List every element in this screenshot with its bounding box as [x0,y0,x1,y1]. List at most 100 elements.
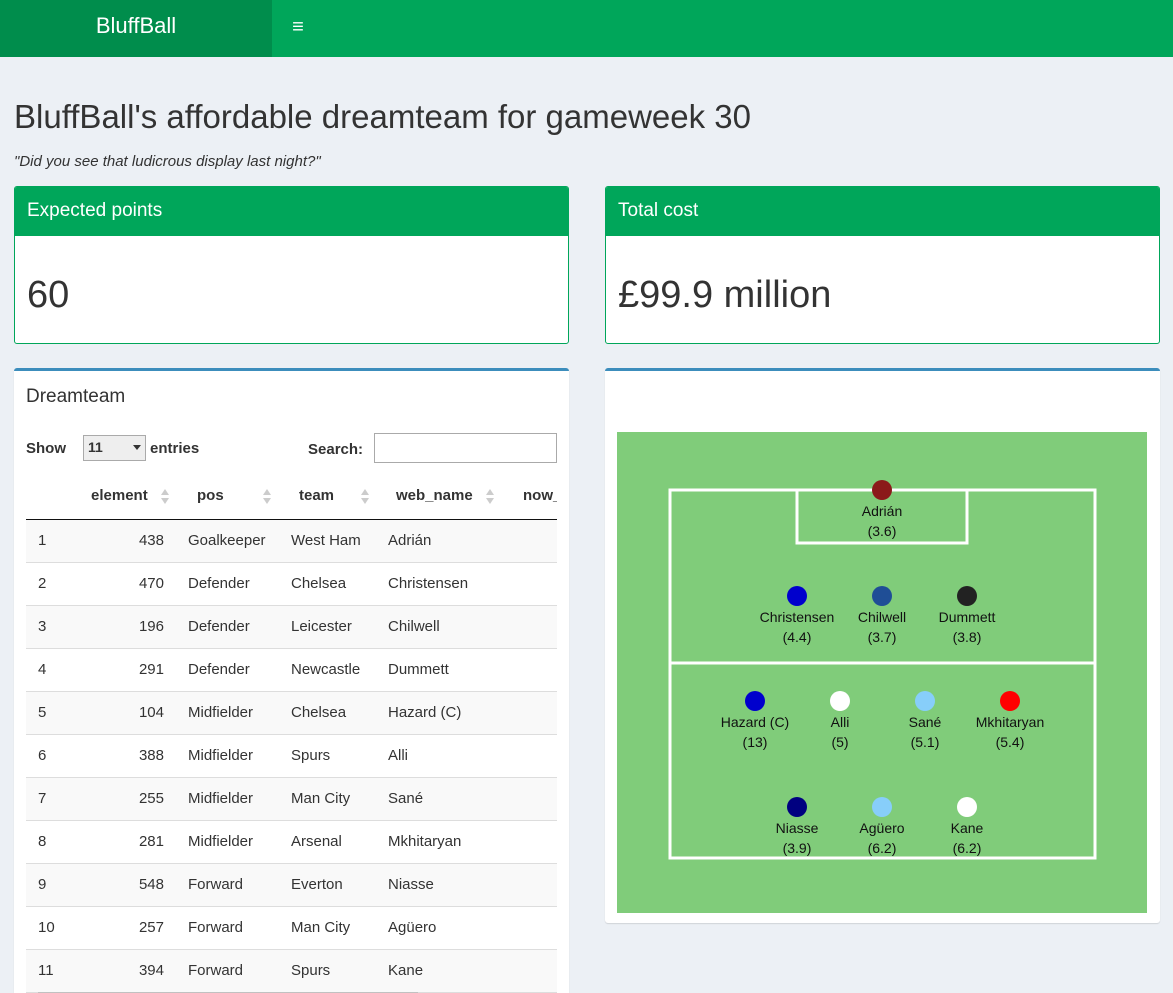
column-header-web-name[interactable]: web_name [396,487,473,504]
expected-points-value: 60 [27,274,70,316]
row-index-cell: 4 [38,661,47,678]
player-name: Hazard (C) [721,714,789,730]
player-cost: (6.2) [868,840,897,856]
table-row[interactable]: 10 257 Forward Man City Agüero [26,907,557,950]
search-input[interactable] [374,433,557,463]
position-cell: Midfielder [188,833,254,850]
table-row[interactable]: 9 548 Forward Everton Niasse [26,864,557,907]
team-cell: Newcastle [291,661,361,678]
row-index-cell: 2 [38,575,47,592]
search-label: Search: [308,441,364,458]
show-label: Show [26,440,66,457]
player-cost: (3.9) [783,840,812,856]
web-name-cell: Sané [388,790,424,807]
element-cell: 548 [138,876,164,893]
player-dot [957,586,977,606]
player-name: Chilwell [858,609,906,625]
player-name: Alli [831,714,850,730]
table-row[interactable]: 8 281 Midfielder Arsenal Mkhitaryan [26,821,557,864]
player-dot [830,691,850,711]
position-cell: Forward [188,876,244,893]
web-name-cell: Alli [388,747,409,764]
element-cell: 104 [138,704,164,721]
entries-label: entries [150,440,200,457]
page-length-value: 11 [88,439,103,455]
player-dot [1000,691,1020,711]
element-cell: 257 [138,919,164,936]
player-dot [872,797,892,817]
row-index-cell: 5 [38,704,47,721]
total-cost-value: £99.9 million [618,274,832,316]
row-index-cell: 11 [38,962,54,979]
position-cell: Midfielder [188,747,254,764]
position-cell: Midfielder [188,790,254,807]
web-name-cell: Niasse [388,876,434,893]
sort-icon[interactable] [161,489,170,505]
page-subtitle: "Did you see that ludicrous display last… [14,153,321,170]
dreamteam-title: Dreamteam [26,386,126,407]
sort-icon[interactable] [361,489,370,505]
page-title: BluffBall's affordable dreamteam for gam… [14,98,751,135]
player-marker[interactable]: Alli (5) [830,691,850,750]
table-controls: Show 11 entries Search: [26,433,557,465]
table-row[interactable]: 11 394 Forward Spurs Kane [26,950,557,993]
player-name: Sané [909,714,942,730]
player-cost: (5.4) [996,734,1025,750]
element-cell: 196 [138,618,164,635]
player-dot [872,480,892,500]
column-header-element[interactable]: element [91,487,148,504]
total-cost-label: Total cost [606,187,1159,236]
top-navbar: BluffBall ≡ [0,0,1173,57]
sidebar-toggle-menu-icon[interactable]: ≡ [283,12,313,42]
team-cell: Chelsea [291,575,347,592]
team-cell: Spurs [291,962,331,979]
player-dot [745,691,765,711]
web-name-cell: Christensen [388,575,469,592]
player-name: Adrián [862,503,902,519]
team-cell: Spurs [291,747,331,764]
player-dot [915,691,935,711]
player-cost: (3.7) [868,629,897,645]
element-cell: 281 [138,833,164,850]
player-cost: (4.4) [783,629,812,645]
player-dot [787,797,807,817]
expected-points-label: Expected points [15,187,568,236]
brand-logo[interactable]: BluffBall [0,0,272,57]
player-dot [957,797,977,817]
row-index-cell: 8 [38,833,47,850]
row-index-cell: 10 [38,919,55,936]
table-row[interactable]: 1 438 Goalkeeper West Ham Adrián [26,520,557,563]
table-row[interactable]: 6 388 Midfielder Spurs Alli [26,735,557,778]
row-index-cell: 9 [38,876,47,893]
row-index-cell: 1 [38,532,47,549]
web-name-cell: Hazard (C) [388,704,462,721]
row-index-cell: 7 [38,790,47,807]
row-index-cell: 3 [38,618,47,635]
element-cell: 438 [138,532,164,549]
player-cost: (3.8) [953,629,982,645]
player-dot [787,586,807,606]
element-cell: 470 [138,575,164,592]
position-cell: Defender [188,661,250,678]
table-row[interactable]: 7 255 Midfielder Man City Sané [26,778,557,821]
table-row[interactable]: 3 196 Defender Leicester Chilwell [26,606,557,649]
player-cost: (5.1) [911,734,940,750]
sort-icon[interactable] [486,489,495,505]
page-length-select[interactable]: 11 [83,435,146,461]
team-cell: Man City [291,790,351,807]
team-cell: Leicester [291,618,352,635]
team-cell: Arsenal [291,833,342,850]
table-row[interactable]: 2 470 Defender Chelsea Christensen [26,563,557,606]
table-row[interactable]: 4 291 Defender Newcastle Dummett [26,649,557,692]
web-name-cell: Mkhitaryan [388,833,462,850]
table-row[interactable]: 5 104 Midfielder Chelsea Hazard (C) [26,692,557,735]
player-cost: (6.2) [953,840,982,856]
column-header-team[interactable]: team [299,487,334,504]
column-header-pos[interactable]: pos [197,487,224,504]
position-cell: Goalkeeper [188,532,266,549]
sort-icon[interactable] [263,489,272,505]
pitch-panel: Adrián (3.6) Christensen (4.4) Chilwell (3.7)… [605,368,1160,923]
player-cost: (13) [743,734,768,750]
column-header-now[interactable]: now_ [523,487,557,504]
position-cell: Forward [188,919,244,936]
